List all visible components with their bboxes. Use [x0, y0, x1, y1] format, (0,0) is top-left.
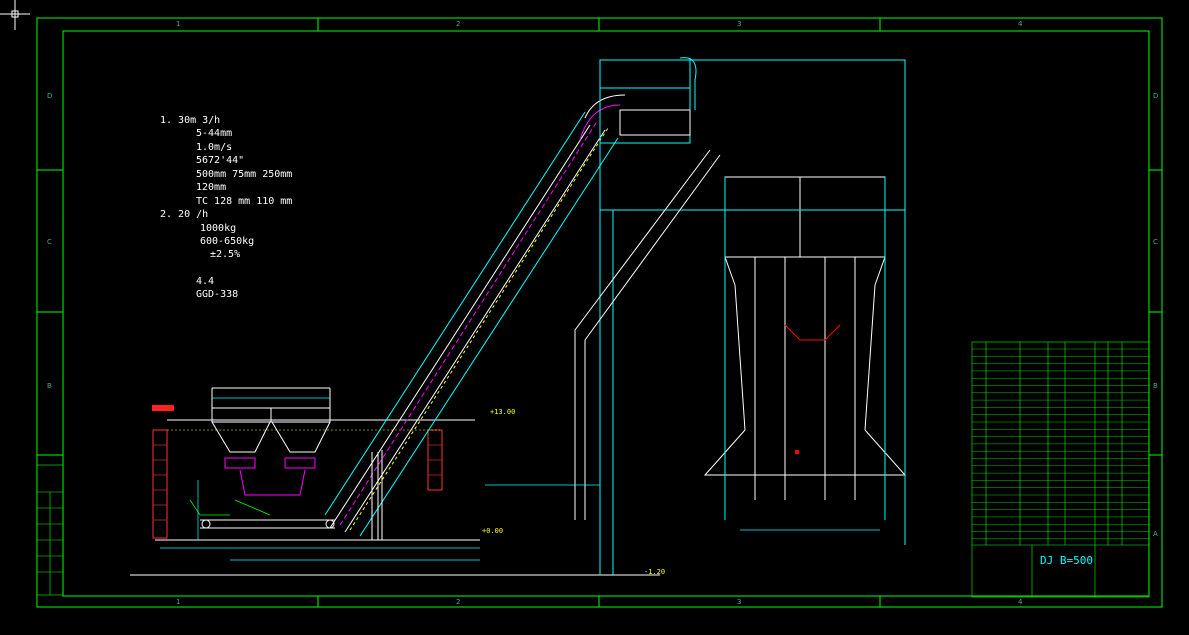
row-label-b: B — [47, 382, 52, 390]
row-label-b-r: B — [1153, 382, 1158, 390]
note-line-8: 2. 20 /h — [160, 209, 209, 220]
note-line-9: 1000kg — [200, 223, 237, 234]
support-posts — [371, 450, 383, 540]
note-line-1: 1. 30m 3/h — [160, 115, 221, 126]
col-label-2b: 2 — [456, 598, 461, 606]
col-label-2: 2 — [456, 20, 461, 28]
note-line-2: 5-44mm — [196, 128, 233, 139]
inclined-conveyor — [324, 111, 619, 537]
note-line-12: 4.4 — [196, 276, 215, 287]
col-label-1b: 1 — [176, 598, 181, 606]
horizontal-feeder — [200, 519, 335, 529]
left-brick-wall — [152, 429, 168, 539]
cad-drawing-canvas — [0, 0, 1163, 608]
note-line-11: ±2.5% — [210, 249, 241, 260]
elevation-label-3: +13.00 — [490, 408, 516, 416]
note-line-6: 120mm — [196, 182, 227, 193]
brick-label — [152, 405, 174, 411]
head-section — [579, 57, 697, 144]
cursor-crosshair — [0, 0, 30, 30]
row-label-c: C — [47, 238, 52, 246]
col-label-4b: 4 — [1018, 598, 1023, 606]
row-label-d-r: D — [1153, 92, 1159, 100]
elevation-label-1: +0.00 — [482, 527, 504, 535]
col-label-3: 3 — [737, 20, 742, 28]
note-line-7: TC 128 mm 110 mm — [196, 196, 293, 207]
row-label-d: D — [47, 92, 53, 100]
col-label-3b: 3 — [737, 598, 742, 606]
note-line-3: 1.0m/s — [196, 142, 233, 153]
note-line-10: 600-650kg — [200, 236, 255, 247]
discharge-chute — [574, 149, 721, 520]
elevation-label-2: -1.20 — [644, 568, 666, 576]
note-line-5: 500mm 75mm 250mm — [196, 169, 293, 180]
col-label-4: 4 — [1018, 20, 1023, 28]
note-line-4: 5672'44" — [196, 155, 245, 166]
row-label-c-r: C — [1153, 238, 1158, 246]
left-title-block — [36, 464, 64, 596]
col-label-1: 1 — [176, 20, 181, 28]
red-arrows — [784, 324, 841, 341]
drawing-title: DJ B=500 — [1040, 554, 1093, 567]
silo — [703, 176, 907, 500]
row-label-a-r: A — [1153, 530, 1158, 538]
note-line-13: GGD-338 — [196, 289, 239, 300]
